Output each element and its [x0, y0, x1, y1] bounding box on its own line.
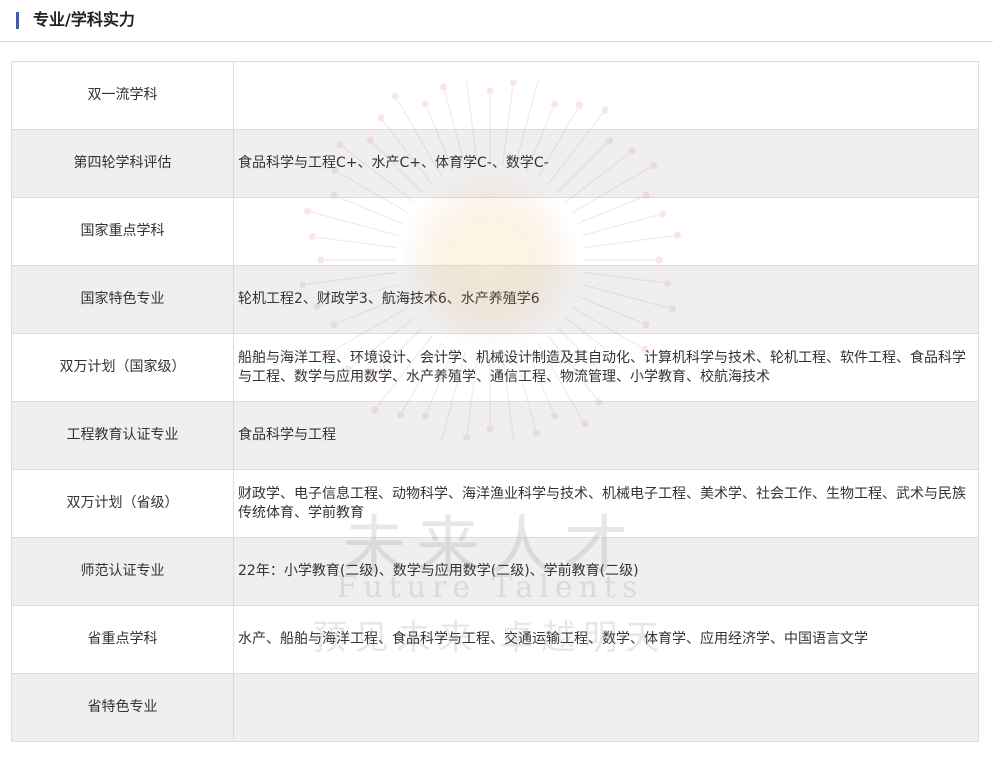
table-row: 国家重点学科	[11, 197, 979, 266]
row-value	[233, 197, 979, 266]
row-label: 双万计划（国家级）	[11, 333, 234, 402]
table-row: 双一流学科	[11, 61, 979, 130]
row-value: 水产、船舶与海洋工程、食品科学与工程、交通运输工程、数学、体育学、应用经济学、中…	[233, 605, 979, 674]
row-label: 双万计划（省级）	[11, 469, 234, 538]
row-label: 工程教育认证专业	[11, 401, 234, 470]
row-value: 财政学、电子信息工程、动物科学、海洋渔业科学与技术、机械电子工程、美术学、社会工…	[233, 469, 979, 538]
row-value	[233, 673, 979, 742]
section-header: 专业/学科实力	[0, 0, 993, 42]
table-row: 双万计划（国家级） 船舶与海洋工程、环境设计、会计学、机械设计制造及其自动化、计…	[11, 333, 979, 402]
row-value: 22年：小学教育(二级)、数学与应用数学(二级)、学前教育(二级)	[233, 537, 979, 606]
row-label: 省特色专业	[11, 673, 234, 742]
table-row: 国家特色专业 轮机工程2、财政学3、航海技术6、水产养殖学6	[11, 265, 979, 334]
table-row: 师范认证专业 22年：小学教育(二级)、数学与应用数学(二级)、学前教育(二级)	[11, 537, 979, 606]
row-label: 国家重点学科	[11, 197, 234, 266]
table-row: 双万计划（省级） 财政学、电子信息工程、动物科学、海洋渔业科学与技术、机械电子工…	[11, 469, 979, 538]
row-label: 双一流学科	[11, 61, 234, 130]
row-label: 师范认证专业	[11, 537, 234, 606]
section-title: 专业/学科实力	[33, 10, 135, 29]
table-row: 省特色专业	[11, 673, 979, 742]
table-row: 省重点学科 水产、船舶与海洋工程、食品科学与工程、交通运输工程、数学、体育学、应…	[11, 605, 979, 674]
table-row: 第四轮学科评估 食品科学与工程C+、水产C+、体育学C-、数学C-	[11, 129, 979, 198]
table-row: 工程教育认证专业 食品科学与工程	[11, 401, 979, 470]
row-value: 食品科学与工程	[233, 401, 979, 470]
accent-bar	[16, 12, 19, 29]
row-value: 轮机工程2、财政学3、航海技术6、水产养殖学6	[233, 265, 979, 334]
row-value: 食品科学与工程C+、水产C+、体育学C-、数学C-	[233, 129, 979, 198]
row-label: 国家特色专业	[11, 265, 234, 334]
row-value: 船舶与海洋工程、环境设计、会计学、机械设计制造及其自动化、计算机科学与技术、轮机…	[233, 333, 979, 402]
row-label: 第四轮学科评估	[11, 129, 234, 198]
info-table: 双一流学科 第四轮学科评估 食品科学与工程C+、水产C+、体育学C-、数学C- …	[11, 61, 979, 742]
row-label: 省重点学科	[11, 605, 234, 674]
row-value	[233, 61, 979, 130]
